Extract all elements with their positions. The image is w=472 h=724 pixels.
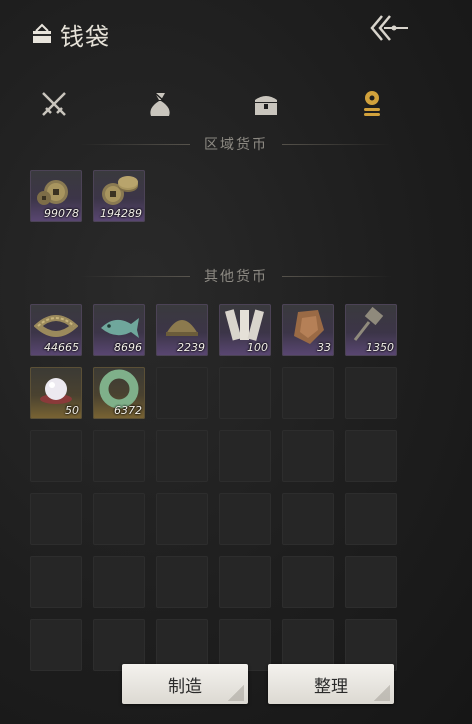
currency-slot[interactable]: 194289	[93, 170, 145, 222]
copper-coins-stack-icon	[102, 176, 138, 205]
crossed-swords-icon[interactable]	[38, 88, 70, 120]
bronze-tablet-icon	[294, 310, 324, 344]
coin-bag-icon	[33, 23, 51, 43]
currency-slot[interactable]: 8696	[93, 304, 145, 356]
jade-ring-icon	[99, 369, 139, 409]
item-quantity: 50	[65, 404, 79, 417]
empty-slot	[93, 556, 145, 608]
item-quantity: 1350	[366, 341, 394, 354]
empty-slot	[156, 430, 208, 482]
sack-icon[interactable]	[144, 88, 176, 120]
empty-slot	[156, 493, 208, 545]
pearl-icon	[40, 378, 72, 404]
craft-button[interactable]: 制造	[122, 664, 248, 704]
item-quantity: 194289	[100, 207, 142, 220]
section-title-other: 其他货币	[0, 266, 472, 286]
chest-icon[interactable]	[250, 88, 282, 120]
item-quantity: 99078	[44, 207, 79, 220]
empty-slot	[93, 430, 145, 482]
divider	[80, 143, 190, 145]
currency-slot[interactable]: 6372	[93, 367, 145, 419]
empty-slot	[93, 493, 145, 545]
item-quantity: 100	[247, 341, 268, 354]
coin-string-icon	[34, 315, 78, 337]
divider	[282, 275, 392, 277]
copper-coins-icon	[37, 180, 68, 205]
paper-notes-icon	[224, 309, 264, 341]
empty-slot	[219, 493, 271, 545]
empty-slot	[30, 430, 82, 482]
item-quantity: 6372	[114, 404, 142, 417]
empty-slot	[30, 619, 82, 671]
section-title-other-label: 其他货币	[204, 269, 268, 285]
spade-coin-icon	[353, 306, 384, 341]
empty-slot	[345, 556, 397, 608]
empty-slot	[219, 367, 271, 419]
empty-slot	[156, 367, 208, 419]
jade-fish-icon	[101, 318, 139, 338]
empty-slot	[156, 556, 208, 608]
section-title-regional: 区域货币	[0, 134, 472, 154]
currency-slot[interactable]: 99078	[30, 170, 82, 222]
currency-slot[interactable]: 1350	[345, 304, 397, 356]
item-quantity: 8696	[114, 341, 142, 354]
regional-currency-grid: 99078 194289	[30, 170, 397, 222]
currency-slot[interactable]: 33	[282, 304, 334, 356]
section-title-regional-label: 区域货币	[204, 137, 268, 153]
currency-slot[interactable]: 100	[219, 304, 271, 356]
empty-slot	[282, 430, 334, 482]
divider	[80, 275, 190, 277]
currency-slot[interactable]: 44665	[30, 304, 82, 356]
currency-slot[interactable]: 2239	[156, 304, 208, 356]
empty-slot	[345, 430, 397, 482]
empty-slot	[219, 556, 271, 608]
item-quantity: 2239	[177, 341, 205, 354]
sort-button[interactable]: 整理	[268, 664, 394, 704]
divider	[282, 143, 392, 145]
empty-slot	[219, 430, 271, 482]
empty-slot	[345, 367, 397, 419]
empty-slot	[30, 556, 82, 608]
other-currency-grid: 44665 8696 2239 100 33 1350 50 6372	[30, 304, 397, 671]
empty-slot	[30, 493, 82, 545]
bronze-shell-coin-icon	[166, 320, 198, 336]
empty-slot	[282, 556, 334, 608]
header: 钱袋	[30, 18, 110, 51]
back-arrow-icon[interactable]	[364, 12, 412, 44]
empty-slot	[345, 493, 397, 545]
empty-slot	[282, 493, 334, 545]
item-quantity: 33	[317, 341, 331, 354]
category-tabs	[0, 88, 472, 120]
page-title: 钱袋	[60, 22, 110, 51]
currency-icon[interactable]	[356, 88, 388, 120]
item-quantity: 44665	[44, 341, 79, 354]
currency-slot[interactable]: 50	[30, 367, 82, 419]
empty-slot	[282, 367, 334, 419]
